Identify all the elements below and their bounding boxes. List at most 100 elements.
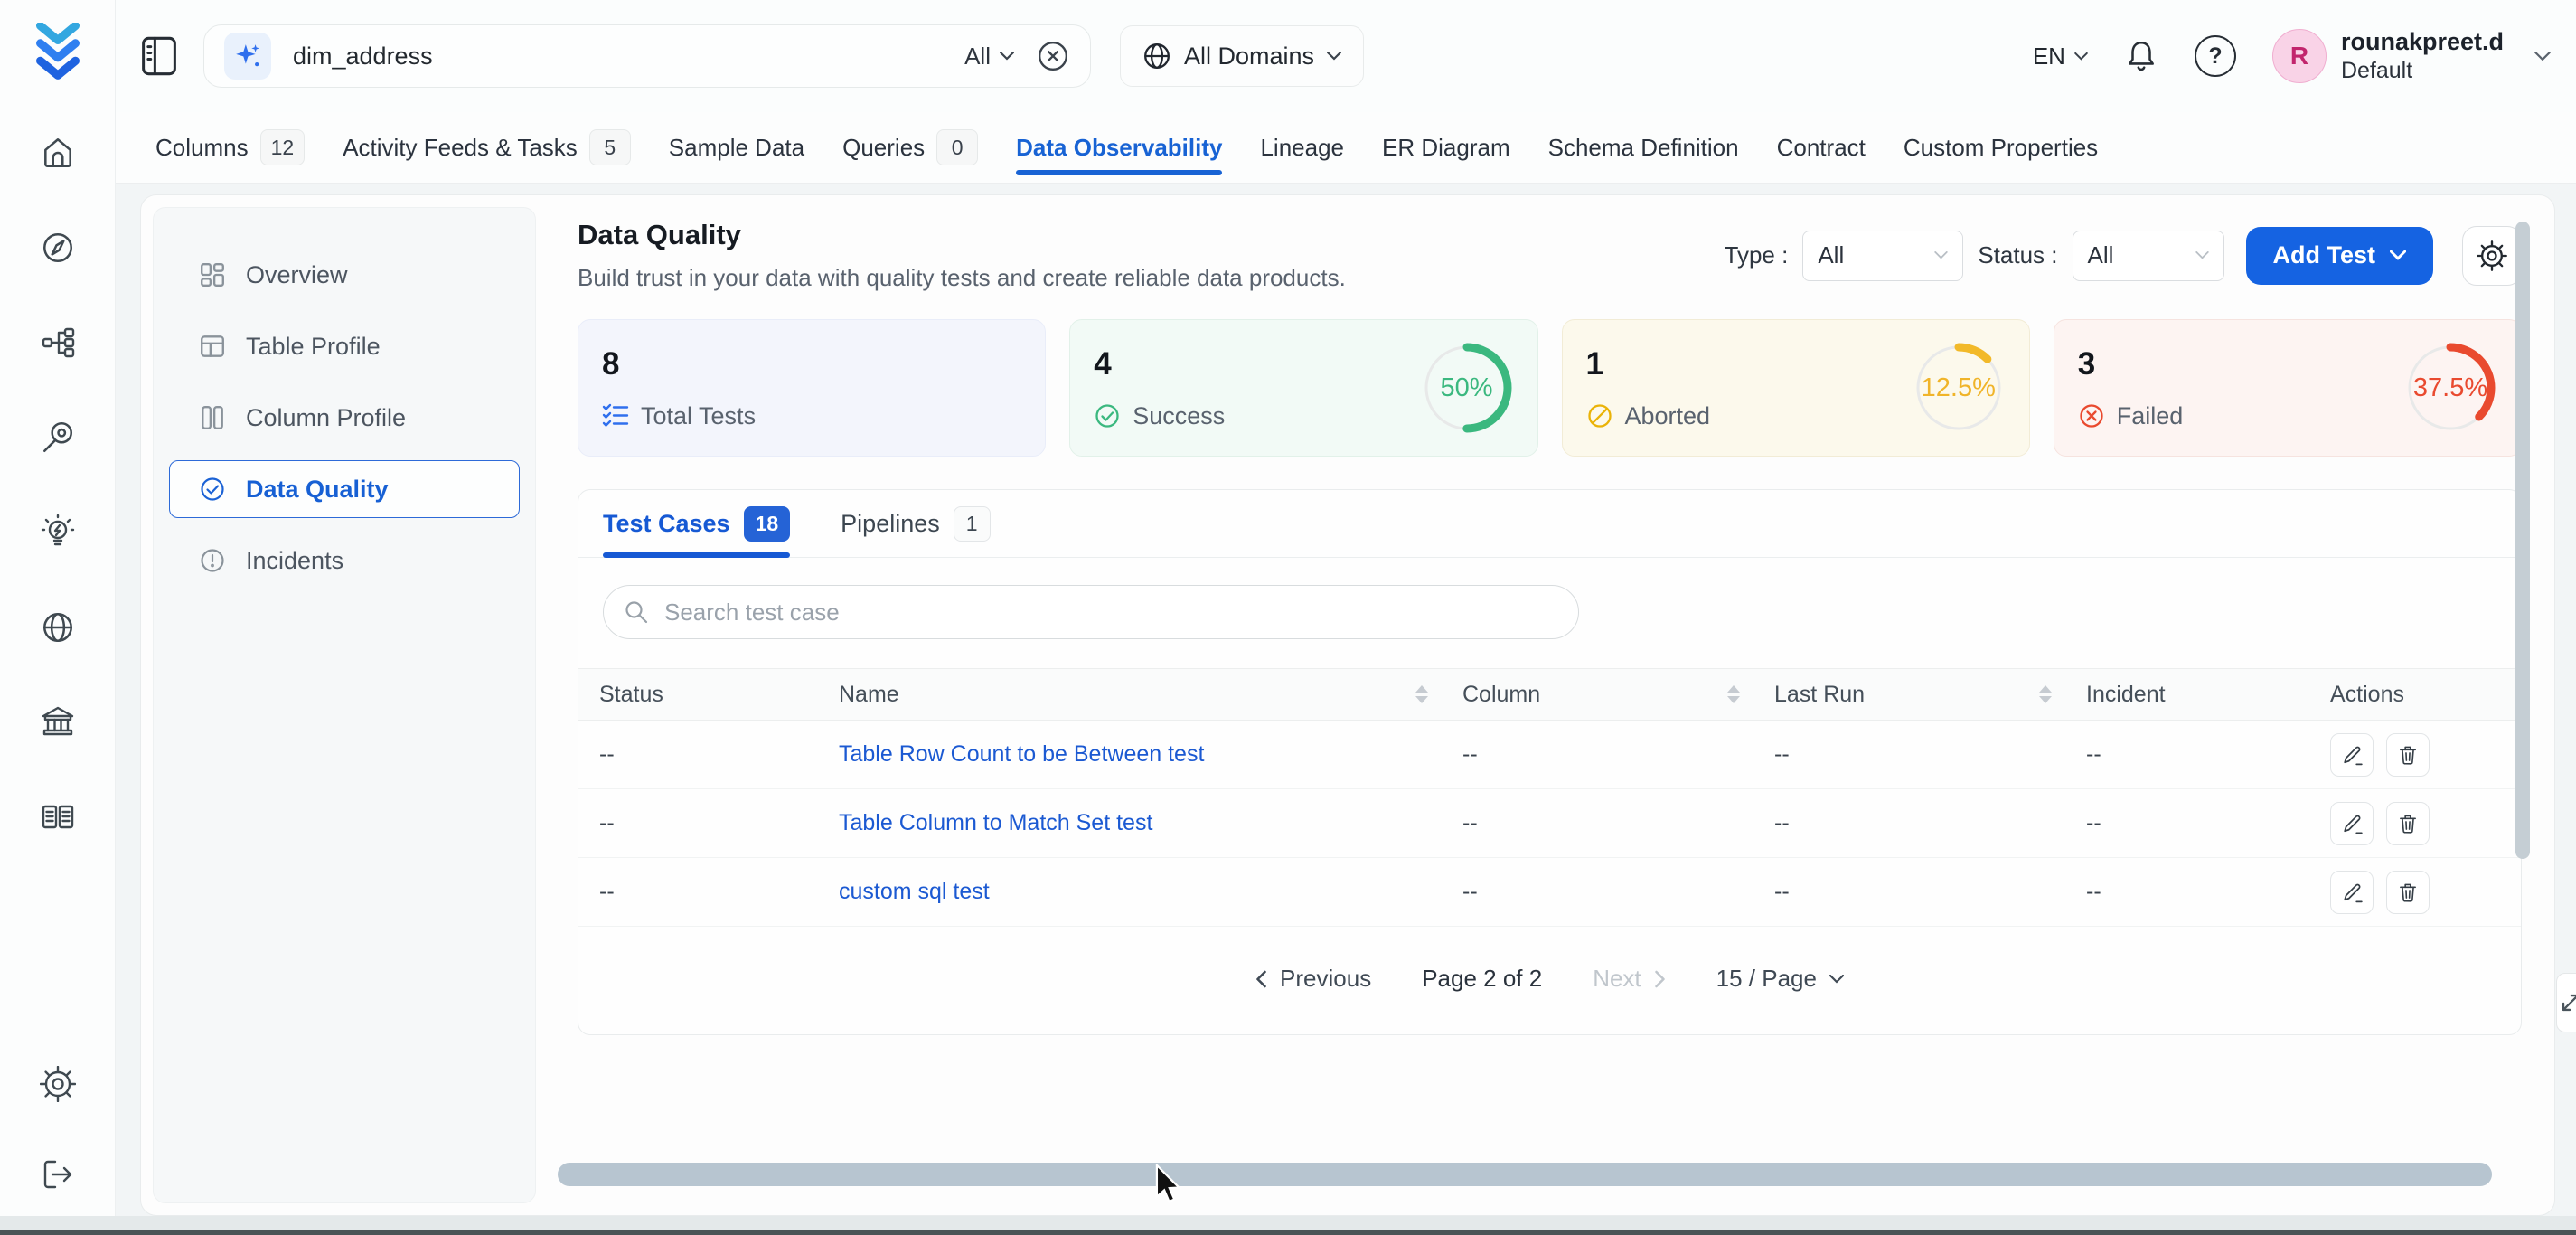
subnav-item-column-profile[interactable]: Column Profile	[169, 389, 520, 447]
subnav-item-table-profile[interactable]: Table Profile	[169, 317, 520, 375]
stat-card-failed[interactable]: 3 Failed 37.5%	[2054, 319, 2522, 457]
edit-button[interactable]	[2330, 733, 2374, 777]
stat-card-aborted[interactable]: 1 Aborted 12.5%	[1562, 319, 2030, 457]
cell-column: --	[1462, 879, 1774, 905]
tab-test-cases[interactable]: Test Cases 18	[603, 490, 790, 557]
test-case-link[interactable]: Table Column to Match Set test	[839, 810, 1462, 836]
subnav-label: Column Profile	[246, 404, 406, 432]
subnav-item-overview[interactable]: Overview	[169, 246, 520, 304]
tab-columns[interactable]: Columns12	[155, 112, 305, 183]
clear-search-icon[interactable]	[1036, 39, 1070, 73]
domains-globe-icon[interactable]	[39, 608, 77, 646]
stat-card-success[interactable]: 4 Success 50%	[1069, 319, 1537, 457]
footer-edge	[0, 1230, 2576, 1235]
topbar-right: EN ? R rounakpreet.d Default	[2033, 27, 2551, 86]
settings-gear-icon[interactable]	[39, 1065, 77, 1103]
tab-activity-feeds[interactable]: Activity Feeds & Tasks5	[343, 112, 631, 183]
search-icon	[624, 599, 649, 625]
pencil-icon	[2340, 743, 2364, 767]
horizontal-scrollbar[interactable]	[558, 1163, 2492, 1186]
cell-last-run: --	[1774, 741, 2086, 768]
test-case-link[interactable]: Table Row Count to be Between test	[839, 741, 1462, 768]
main-panel: Overview Table Profile Column Profile Da…	[140, 194, 2555, 1216]
tab-er-diagram[interactable]: ER Diagram	[1382, 112, 1510, 183]
cell-status: --	[578, 879, 839, 905]
cell-actions	[2330, 871, 2521, 914]
cell-actions	[2330, 802, 2521, 845]
domains-filter-button[interactable]: All Domains	[1120, 25, 1364, 87]
edge-expand-button[interactable]	[2556, 973, 2576, 1032]
logout-icon[interactable]	[39, 1155, 77, 1193]
edit-button[interactable]	[2330, 802, 2374, 845]
data-quality-content: Data Quality Build trust in your data wi…	[548, 195, 2554, 1215]
language-value: EN	[2033, 42, 2065, 71]
glossary-book-icon[interactable]	[39, 798, 77, 836]
gear-icon	[2476, 240, 2508, 272]
search-scope-value: All	[964, 42, 991, 71]
edit-button[interactable]	[2330, 871, 2374, 914]
subnav-label: Incidents	[246, 547, 343, 575]
explore-compass-icon[interactable]	[39, 229, 77, 267]
next-page-button[interactable]: Next	[1593, 965, 1665, 993]
test-case-search-input[interactable]	[663, 598, 1558, 627]
help-icon[interactable]: ?	[2195, 35, 2236, 77]
user-team: Default	[2341, 57, 2504, 85]
subnav-item-incidents[interactable]: Incidents	[169, 532, 520, 589]
previous-page-button[interactable]: Previous	[1255, 965, 1371, 993]
notifications-bell-icon[interactable]	[2124, 39, 2158, 73]
search-input[interactable]: dim_address	[293, 42, 943, 71]
columns-icon	[199, 404, 226, 431]
subnav-item-data-quality[interactable]: Data Quality	[169, 460, 520, 518]
entity-tabbar: Columns12 Activity Feeds & Tasks5 Sample…	[115, 112, 2576, 184]
delete-button[interactable]	[2386, 802, 2430, 845]
tab-queries[interactable]: Queries0	[842, 112, 978, 183]
tab-sample-data[interactable]: Sample Data	[669, 112, 804, 183]
test-case-link[interactable]: custom sql test	[839, 879, 1462, 905]
table-icon	[199, 333, 226, 360]
grid-icon	[199, 261, 226, 288]
status-filter-value: All	[2088, 241, 2114, 269]
lineage-flow-icon[interactable]	[39, 324, 77, 362]
delete-button[interactable]	[2386, 871, 2430, 914]
global-search-bar[interactable]: dim_address All	[203, 24, 1091, 88]
trash-icon	[2396, 743, 2420, 767]
delete-button[interactable]	[2386, 733, 2430, 777]
test-cases-count-badge: 18	[744, 506, 791, 542]
col-actions: Actions	[2330, 682, 2521, 708]
tab-lineage[interactable]: Lineage	[1260, 112, 1344, 183]
stat-label: Failed	[2117, 402, 2184, 430]
search-scope-select[interactable]: All	[964, 42, 1014, 71]
type-filter-value: All	[1818, 241, 1844, 269]
insights-bulb-icon[interactable]	[39, 514, 77, 552]
test-settings-button[interactable]	[2462, 226, 2522, 286]
subnav-label: Overview	[246, 261, 348, 289]
observability-search-icon[interactable]	[39, 419, 77, 457]
tab-count: 5	[589, 129, 631, 165]
sort-icon[interactable]	[1727, 685, 1740, 703]
tab-contract[interactable]: Contract	[1777, 112, 1866, 183]
test-cases-card: Test Cases 18 Pipelines 1	[578, 489, 2522, 1035]
page-size-select[interactable]: 15 / Page	[1716, 965, 1844, 993]
tab-custom-properties[interactable]: Custom Properties	[1904, 112, 2098, 183]
tab-schema-definition[interactable]: Schema Definition	[1548, 112, 1739, 183]
tab-pipelines[interactable]: Pipelines 1	[841, 490, 990, 557]
type-filter-select[interactable]: All	[1802, 231, 1963, 281]
test-case-search[interactable]	[603, 585, 1579, 639]
language-select[interactable]: EN	[2033, 42, 2088, 71]
add-test-button[interactable]: Add Test	[2246, 227, 2434, 285]
cell-last-run: --	[1774, 879, 2086, 905]
chevron-down-icon	[2534, 52, 2551, 61]
stat-card-total-tests[interactable]: 8 Total Tests	[578, 319, 1046, 457]
home-icon[interactable]	[39, 134, 77, 172]
govern-bank-icon[interactable]	[39, 703, 77, 741]
aborted-ring: 12.5%	[1912, 341, 2006, 435]
vertical-scrollbar[interactable]	[2515, 222, 2530, 859]
tab-data-observability[interactable]: Data Observability	[1016, 112, 1222, 183]
status-filter-select[interactable]: All	[2073, 231, 2224, 281]
sort-icon[interactable]	[2039, 685, 2052, 703]
user-menu[interactable]: R rounakpreet.d Default	[2272, 27, 2551, 86]
check-circle-icon	[1094, 402, 1121, 429]
sidebar-toggle-icon[interactable]	[138, 35, 180, 77]
sort-icon[interactable]	[1415, 685, 1428, 703]
app-logo[interactable]	[23, 14, 93, 89]
